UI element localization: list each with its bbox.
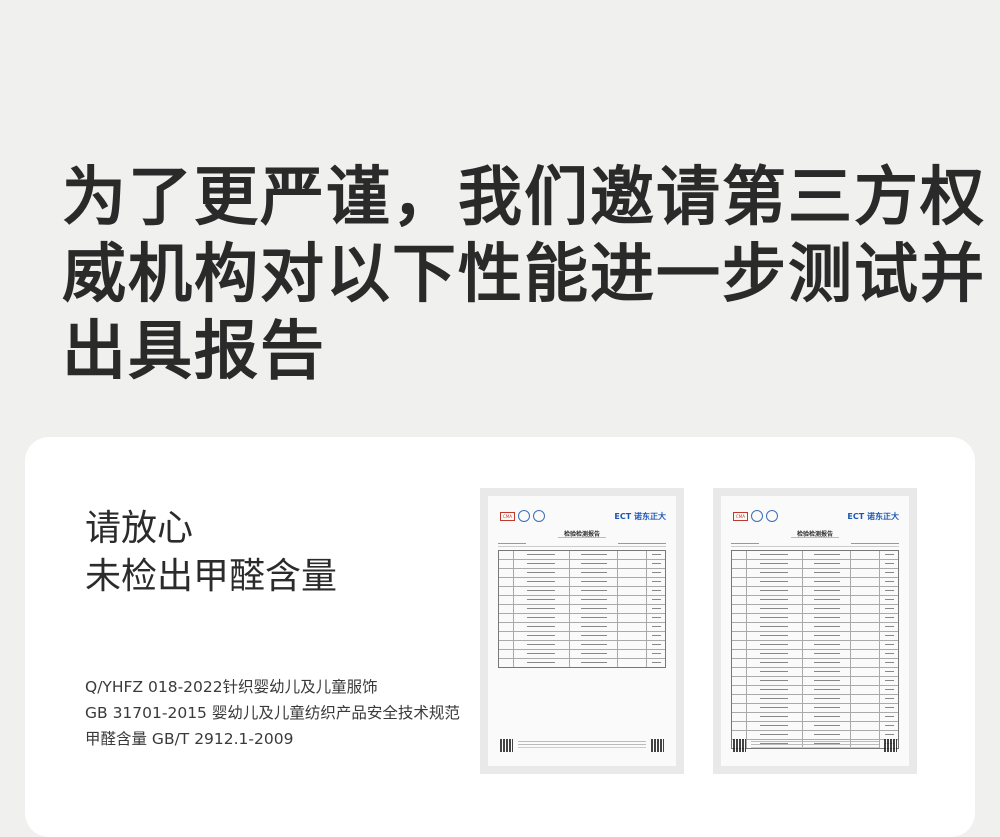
qr-code-icon xyxy=(884,739,897,752)
report-paper: CMA ECT 诺东正大 检验检测报告 xyxy=(721,496,909,766)
table-row xyxy=(732,677,898,686)
table-row xyxy=(499,632,665,641)
standards-list: Q/YHFZ 018-2022针织婴幼儿及儿童服饰 GB 31701-2015 … xyxy=(85,674,460,752)
table-row xyxy=(732,704,898,713)
test-report-image-1: CMA ECT 诺东正大 检验检测报告 xyxy=(480,488,684,774)
standard-item: Q/YHFZ 018-2022针织婴幼儿及儿童服饰 xyxy=(85,678,378,696)
report-meta xyxy=(731,543,899,547)
table-row xyxy=(732,605,898,614)
table-row xyxy=(499,659,665,667)
table-row xyxy=(732,587,898,596)
report-footer xyxy=(500,738,664,752)
table-row xyxy=(732,632,898,641)
table-row xyxy=(499,560,665,569)
table-row xyxy=(732,551,898,560)
table-row xyxy=(499,578,665,587)
headline: 为了更严谨，我们邀请第三方权 威机构对以下性能进一步测试并 出具报告 xyxy=(62,160,986,391)
reassure-text: 请放心 未检出甲醛含量 xyxy=(85,505,337,601)
report-table xyxy=(731,550,899,749)
table-row xyxy=(732,650,898,659)
qr-code-icon xyxy=(651,739,664,752)
reassure-line-1: 请放心 xyxy=(85,508,194,549)
report-brand: ECT 诺东正大 xyxy=(847,512,899,521)
table-row xyxy=(732,641,898,650)
table-row xyxy=(499,605,665,614)
table-row xyxy=(732,623,898,632)
table-row xyxy=(499,551,665,560)
report-table xyxy=(498,550,666,668)
report-paper: CMA ECT 诺东正大 检验检测报告 xyxy=(488,496,676,766)
table-row xyxy=(732,659,898,668)
table-row xyxy=(499,614,665,623)
standard-item: GB 31701-2015 婴幼儿及儿童纺织产品安全技术规范 xyxy=(85,704,460,722)
report-subtitle-line xyxy=(488,537,676,539)
qr-code-icon xyxy=(733,739,746,752)
table-row xyxy=(732,578,898,587)
table-row xyxy=(499,596,665,605)
headline-line-1: 为了更严谨，我们邀请第三方权 xyxy=(62,161,986,235)
table-row xyxy=(732,668,898,677)
table-row xyxy=(499,623,665,632)
certification-logos: CMA xyxy=(500,510,545,522)
accreditation-logo xyxy=(766,510,778,522)
certification-logos: CMA xyxy=(733,510,778,522)
table-row xyxy=(732,614,898,623)
headline-line-2: 威机构对以下性能进一步测试并 xyxy=(62,238,986,312)
accreditation-logo xyxy=(533,510,545,522)
table-row xyxy=(499,569,665,578)
standard-item: 甲醛含量 GB/T 2912.1-2009 xyxy=(85,730,294,748)
table-row xyxy=(732,560,898,569)
accreditation-logo xyxy=(751,510,763,522)
qr-code-icon xyxy=(500,739,513,752)
table-row xyxy=(732,596,898,605)
cma-logo: CMA xyxy=(500,511,515,521)
table-row xyxy=(499,641,665,650)
table-row xyxy=(732,713,898,722)
table-row xyxy=(732,569,898,578)
test-report-image-2: CMA ECT 诺东正大 检验检测报告 xyxy=(713,488,917,774)
report-brand: ECT 诺东正大 xyxy=(614,512,666,521)
report-subtitle-line xyxy=(721,537,909,539)
accreditation-logo xyxy=(518,510,530,522)
table-row xyxy=(732,695,898,704)
table-row xyxy=(732,686,898,695)
headline-line-3: 出具报告 xyxy=(62,315,326,389)
table-row xyxy=(499,587,665,596)
report-meta xyxy=(498,543,666,547)
report-footer xyxy=(733,738,897,752)
table-row xyxy=(732,722,898,731)
cma-logo: CMA xyxy=(733,511,748,521)
reassure-line-2: 未检出甲醛含量 xyxy=(85,556,338,597)
table-row xyxy=(499,650,665,659)
